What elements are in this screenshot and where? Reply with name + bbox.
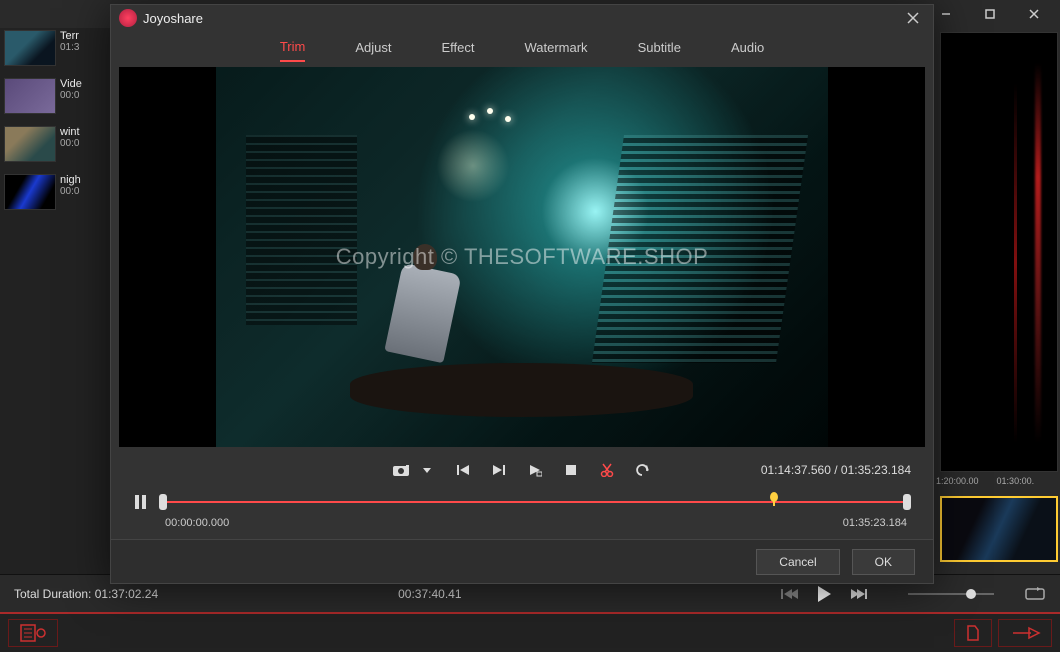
modal-footer: Cancel OK	[111, 539, 933, 583]
clip-name: nigh	[60, 174, 81, 186]
clip-name: Vide	[60, 78, 82, 90]
app-logo-icon	[119, 9, 137, 27]
loop-button[interactable]	[1024, 586, 1046, 602]
tab-subtitle[interactable]: Subtitle	[638, 34, 681, 61]
tab-watermark[interactable]: Watermark	[524, 34, 587, 61]
tab-effect[interactable]: Effect	[441, 34, 474, 61]
output-file-button[interactable]	[954, 619, 992, 647]
next-frame-button[interactable]	[488, 463, 510, 477]
trim-start-handle[interactable]	[159, 494, 167, 510]
cancel-button[interactable]: Cancel	[756, 549, 839, 575]
video-preview[interactable]: Copyright © THESOFTWARE.SHOP	[119, 67, 925, 447]
timeline-tick: 01:30:00.	[997, 476, 1035, 486]
time-display: 01:14:37.560 / 01:35:23.184	[761, 463, 911, 477]
playhead-marker[interactable]	[768, 492, 780, 506]
clip-item[interactable]: Vide 00:0	[0, 76, 110, 124]
zoom-slider[interactable]	[908, 593, 994, 595]
export-button[interactable]	[998, 619, 1052, 647]
app-name: Joyoshare	[143, 11, 203, 26]
total-time: 01:35:23.184	[841, 463, 911, 477]
maximize-button[interactable]	[968, 0, 1012, 28]
player-toolbar: 01:14:37.560 / 01:35:23.184	[111, 455, 933, 485]
timeline-tick: 1:20:00.00	[936, 476, 979, 486]
format-settings-button[interactable]	[8, 619, 58, 647]
total-duration-value: 01:37:02.24	[95, 587, 158, 601]
timeline-side-panel: 1:20:00.00 01:30:00.	[934, 28, 1060, 574]
tab-trim[interactable]: Trim	[280, 33, 306, 62]
total-duration-label: Total Duration: 01:37:02.24	[14, 587, 158, 601]
trim-end-time: 01:35:23.184	[843, 517, 907, 529]
clip-duration: 00:0	[60, 138, 80, 149]
timeline-selected-thumb[interactable]	[940, 496, 1058, 562]
clip-item[interactable]: Terr 01:3	[0, 28, 110, 76]
current-time: 01:14:37.560	[761, 463, 831, 477]
snapshot-dropdown-icon[interactable]	[416, 466, 438, 474]
close-button[interactable]	[1012, 0, 1056, 28]
clip-thumbnail	[4, 78, 56, 114]
timeline-preview-strip	[940, 32, 1058, 472]
trim-start-time: 00:00:00.000	[165, 517, 229, 529]
tab-audio[interactable]: Audio	[731, 34, 764, 61]
ok-button[interactable]: OK	[852, 549, 915, 575]
zoom-knob[interactable]	[966, 589, 976, 599]
clip-thumbnail	[4, 30, 56, 66]
trim-end-handle[interactable]	[903, 494, 911, 510]
clip-thumbnail	[4, 174, 56, 210]
tab-row: Trim Adjust Effect Watermark Subtitle Au…	[111, 31, 933, 63]
prev-frame-button[interactable]	[452, 463, 474, 477]
clip-duration: 01:3	[60, 42, 79, 53]
modal-close-button[interactable]	[901, 8, 925, 28]
clip-list: Terr 01:3 Vide 00:0 wint 00:0 nigh 00:0	[0, 28, 110, 574]
clip-item[interactable]: nigh 00:0	[0, 172, 110, 220]
skip-forward-button[interactable]	[850, 587, 868, 601]
modal-titlebar: Joyoshare	[111, 5, 933, 31]
cut-button[interactable]	[596, 463, 618, 477]
clip-name: Terr	[60, 30, 79, 42]
clip-item[interactable]: wint 00:0	[0, 124, 110, 172]
status-current-time: 00:37:40.41	[398, 587, 461, 601]
clip-duration: 00:0	[60, 186, 81, 197]
action-bar	[0, 612, 1060, 652]
pause-button[interactable]	[133, 494, 147, 510]
edit-modal: Joyoshare Trim Adjust Effect Watermark S…	[110, 4, 934, 584]
snapshot-button[interactable]	[390, 462, 412, 478]
trim-timeline: 00:00:00.000 01:35:23.184	[111, 485, 933, 533]
skip-back-button[interactable]	[780, 587, 798, 601]
stop-button[interactable]	[560, 464, 582, 476]
trim-track[interactable]	[159, 494, 911, 510]
clip-name: wint	[60, 126, 80, 138]
tab-adjust[interactable]: Adjust	[355, 34, 391, 61]
undo-button[interactable]	[632, 463, 654, 477]
clip-thumbnail	[4, 126, 56, 162]
set-start-button[interactable]	[524, 463, 546, 477]
play-button[interactable]	[816, 585, 832, 603]
clip-duration: 00:0	[60, 90, 82, 101]
